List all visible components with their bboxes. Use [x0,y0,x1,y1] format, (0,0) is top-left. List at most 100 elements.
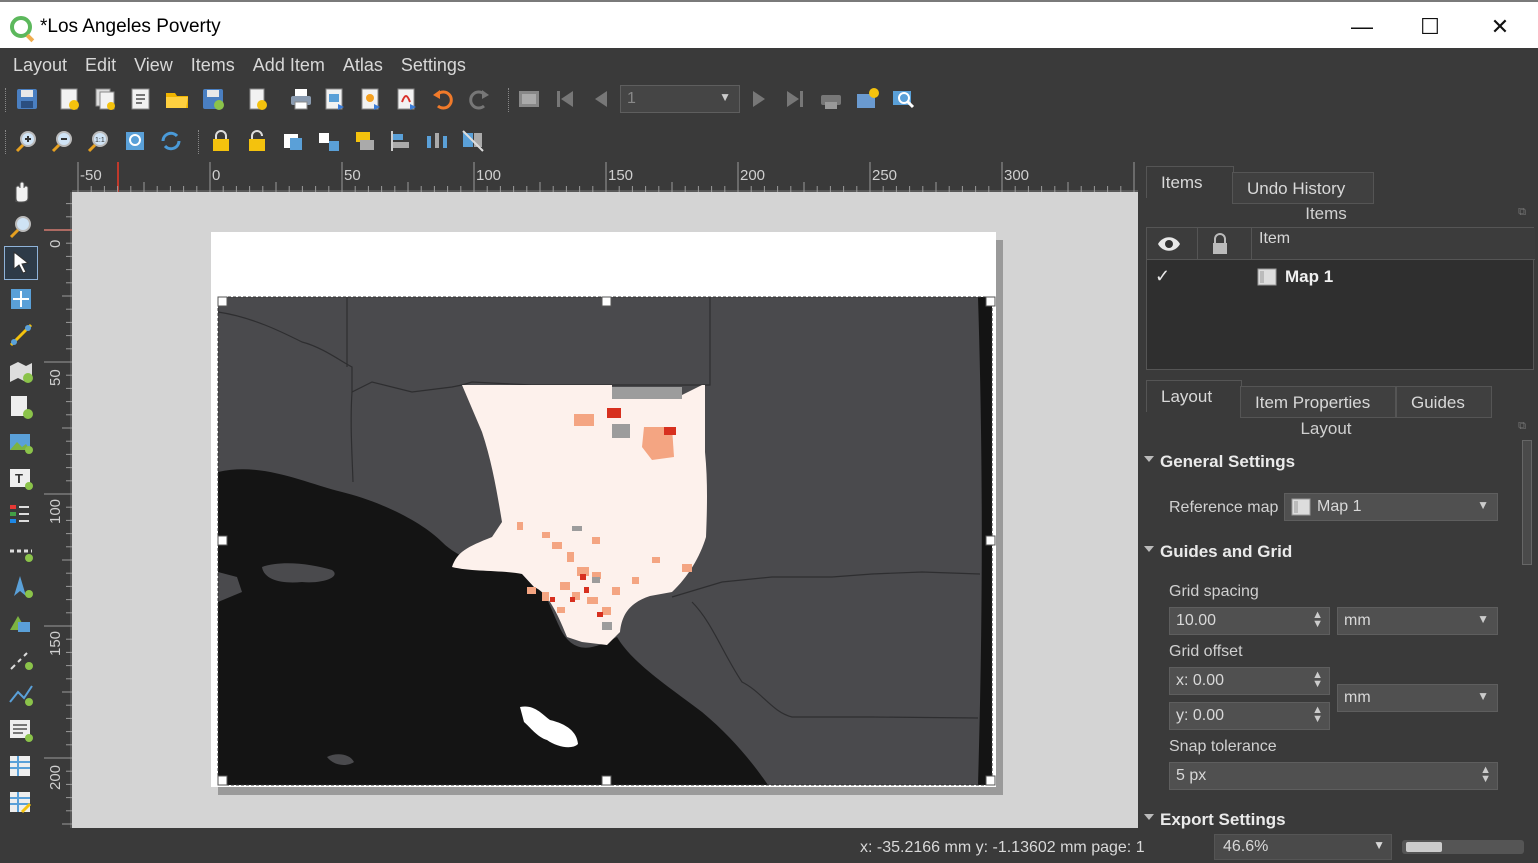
list-item[interactable]: ✓ Map 1 [1147,264,1533,292]
save-icon[interactable] [14,86,40,112]
minimize-button[interactable]: — [1332,8,1392,46]
add-fixed-table-icon[interactable] [6,788,36,818]
guides-grid-section[interactable]: Guides and Grid [1144,542,1292,562]
duplicate-layout-icon[interactable] [92,86,118,112]
lock-icon[interactable] [1211,233,1229,255]
zoom-slider-thumb[interactable] [1406,842,1442,852]
distribute-icon[interactable] [424,128,450,154]
ungroup-items-icon[interactable] [316,128,342,154]
tab-items[interactable]: Items [1146,166,1234,198]
zoom-slider[interactable] [1402,840,1524,854]
zoom-full-icon[interactable] [122,128,148,154]
export-image-icon[interactable] [322,86,348,112]
spinner-arrows-icon[interactable]: ▲ ▼ [1312,670,1323,690]
ruler-label: 150 [47,631,64,656]
raise-items-icon[interactable] [352,128,378,154]
pan-hand-icon[interactable] [6,176,36,206]
add-html-icon[interactable] [6,716,36,746]
scrollbar-thumb[interactable] [1522,440,1532,565]
tab-item-properties[interactable]: Item Properties [1240,386,1396,418]
tab-layout[interactable]: Layout [1146,380,1242,412]
last-feature-icon[interactable] [782,86,808,112]
zoom-out-icon[interactable] [50,128,76,154]
spinner-arrows-icon[interactable]: ▲ ▼ [1312,610,1323,630]
add-picture-icon[interactable] [6,428,36,458]
snap-tolerance-input[interactable]: 5 px ▲ ▼ [1169,762,1498,790]
layout-canvas[interactable] [72,192,1138,828]
move-content-icon[interactable] [6,284,36,314]
atlas-zoom-icon[interactable] [890,86,916,112]
lock-items-icon[interactable] [208,128,234,154]
undo-icon[interactable] [430,86,456,112]
new-page-icon[interactable] [244,86,270,112]
export-svg-icon[interactable] [358,86,384,112]
add-3d-map-icon[interactable] [6,392,36,422]
visibility-check-icon[interactable]: ✓ [1155,266,1170,287]
add-map-icon[interactable] [6,356,36,386]
maximize-button[interactable]: ☐ [1400,8,1460,46]
map-item-icon [1257,268,1277,286]
edit-nodes-icon[interactable] [6,320,36,350]
add-label-icon[interactable]: T [6,464,36,494]
add-marker-icon[interactable] [6,644,36,674]
atlas-page-value: 1 [627,90,636,107]
layout-manager-icon[interactable] [128,86,154,112]
zoom-in-icon[interactable] [14,128,40,154]
spinner-arrows-icon[interactable]: ▲ ▼ [1480,765,1491,785]
menu-edit[interactable]: Edit [85,55,116,76]
add-shape-icon[interactable] [6,608,36,638]
menu-settings[interactable]: Settings [401,55,466,76]
tab-undo-history[interactable]: Undo History [1232,172,1374,204]
eye-icon[interactable] [1157,236,1181,252]
redo-icon[interactable] [466,86,492,112]
add-north-arrow-icon[interactable] [6,572,36,602]
next-feature-icon[interactable] [746,86,772,112]
grid-offset-y-input[interactable]: y: 0.00 ▲ ▼ [1169,702,1330,730]
align-left-icon[interactable] [388,128,414,154]
previous-feature-icon[interactable] [588,86,614,112]
open-folder-icon[interactable] [164,86,190,112]
ruler-label: 50 [47,369,64,386]
reference-map-select[interactable]: Map 1 ▼ [1284,493,1498,521]
menu-view[interactable]: View [134,55,173,76]
unlock-items-icon[interactable] [244,128,270,154]
atlas-settings-icon[interactable] [854,86,880,112]
menu-add-item[interactable]: Add Item [253,55,325,76]
undock-icon[interactable]: ⧉ [1518,206,1526,219]
atlas-preview-icon[interactable] [516,86,542,112]
refresh-icon[interactable] [158,128,184,154]
items-tree[interactable]: Item ✓ Map 1 [1146,227,1535,370]
add-polyline-icon[interactable] [6,680,36,710]
export-pdf-icon[interactable] [394,86,420,112]
new-layout-icon[interactable] [56,86,82,112]
tab-guides[interactable]: Guides [1396,386,1492,418]
grid-spacing-input[interactable]: 10.00 ▲ ▼ [1169,607,1330,635]
zoom-actual-icon[interactable]: 1:1 [86,128,112,154]
first-feature-icon[interactable] [552,86,578,112]
snap-tolerance-label: Snap tolerance [1169,738,1277,755]
spinner-arrows-icon[interactable]: ▲ ▼ [1312,705,1323,725]
select-move-icon[interactable] [6,248,36,278]
zoom-tool-icon[interactable] [6,212,36,242]
general-settings-section[interactable]: General Settings [1144,452,1295,472]
undock-icon[interactable]: ⧉ [1518,420,1526,433]
export-settings-section[interactable]: Export Settings [1144,810,1286,830]
add-scale-bar-icon[interactable] [6,536,36,566]
add-attribute-table-icon[interactable] [6,752,36,782]
print-atlas-icon[interactable] [818,86,844,112]
group-items-icon[interactable] [280,128,306,154]
resize-icon[interactable] [460,128,486,154]
save-as-template-icon[interactable] [200,86,226,112]
properties-scrollbar[interactable] [1520,440,1534,830]
close-button[interactable]: ✕ [1470,8,1530,46]
grid-offset-x-input[interactable]: x: 0.00 ▲ ▼ [1169,667,1330,695]
print-icon[interactable] [288,86,314,112]
add-legend-icon[interactable] [6,500,36,530]
grid-spacing-unit-select[interactable]: mm ▼ [1337,607,1498,635]
zoom-select[interactable]: 46.6% ▼ [1214,834,1392,860]
atlas-page-select[interactable]: 1 ▼ [620,85,740,113]
menu-layout[interactable]: Layout [13,55,67,76]
menu-items[interactable]: Items [191,55,235,76]
grid-offset-unit-select[interactable]: mm ▼ [1337,684,1498,712]
menu-atlas[interactable]: Atlas [343,55,383,76]
